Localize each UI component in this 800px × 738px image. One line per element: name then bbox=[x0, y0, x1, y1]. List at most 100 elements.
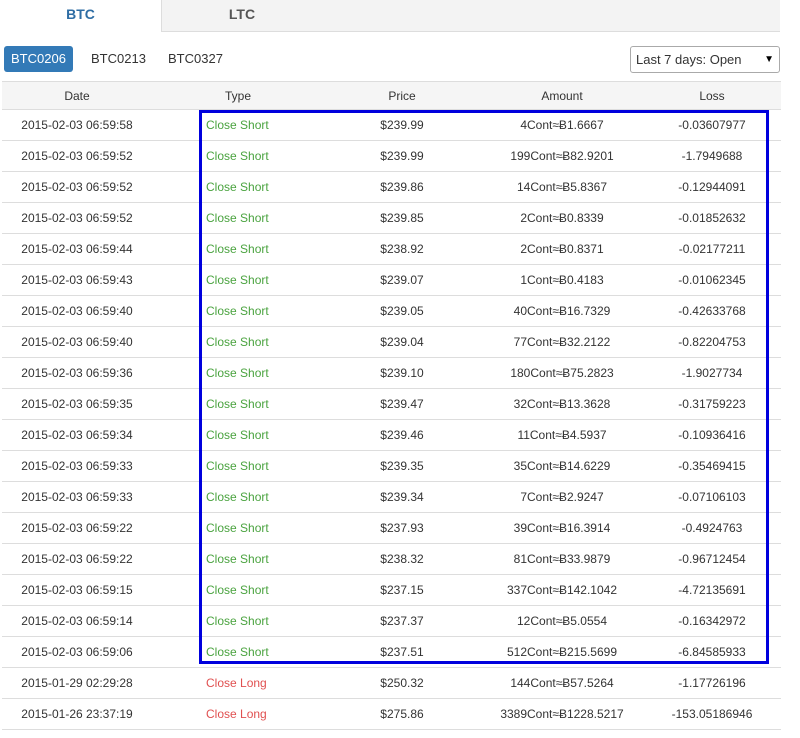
cell-loss: -0.03607977 bbox=[678, 118, 746, 132]
table-row: 2015-02-03 06:59:33 Close Short $239.34 7Co… bbox=[2, 482, 781, 513]
cell-date: 2015-02-03 06:59:40 bbox=[21, 304, 133, 318]
cell-date: 2015-02-03 06:59:33 bbox=[21, 490, 133, 504]
cell-date: 2015-02-03 06:59:52 bbox=[21, 149, 133, 163]
cell-amount: 337Cont≈Ƀ142.1042 bbox=[506, 583, 617, 597]
cell-loss: -1.9027734 bbox=[681, 366, 743, 380]
cell-amount: 81Cont≈Ƀ33.9879 bbox=[513, 552, 611, 566]
table-header-row: Date Type Price Amount Loss bbox=[2, 82, 781, 110]
cell-loss: -0.12944091 bbox=[678, 180, 746, 194]
cell-amount: 40Cont≈Ƀ16.7329 bbox=[513, 304, 611, 318]
cell-price: $238.32 bbox=[380, 552, 424, 566]
cell-date: 2015-01-26 23:37:19 bbox=[21, 707, 133, 721]
cell-date: 2015-02-03 06:59:35 bbox=[21, 397, 133, 411]
cell-loss: -1.7949688 bbox=[681, 149, 743, 163]
table-row: 2015-02-03 06:59:22 Close Short $237.93 39C… bbox=[2, 513, 781, 544]
cell-date: 2015-02-03 06:59:58 bbox=[21, 118, 133, 132]
period-filter-select[interactable]: Last 7 days: Open ▼ bbox=[630, 46, 780, 73]
cell-loss: -0.10936416 bbox=[678, 428, 746, 442]
header-price: Price bbox=[388, 88, 416, 103]
tab-btc[interactable]: BTC bbox=[0, 0, 162, 32]
table-row: 2015-02-03 06:59:36 Close Short $239.10 180… bbox=[2, 358, 781, 389]
contract-tab-btc0213[interactable]: BTC0213 bbox=[84, 46, 153, 72]
cell-price: $239.86 bbox=[380, 180, 424, 194]
cell-price: $239.07 bbox=[380, 273, 424, 287]
tab-ltc[interactable]: LTC bbox=[162, 0, 322, 31]
cell-loss: -6.84585933 bbox=[678, 645, 746, 659]
cell-date: 2015-02-03 06:59:52 bbox=[21, 211, 133, 225]
cell-amount: 3389Cont≈Ƀ1228.5217 bbox=[500, 707, 624, 721]
cell-loss: -0.96712454 bbox=[678, 552, 746, 566]
cell-price: $239.35 bbox=[380, 459, 424, 473]
table-row: 2015-02-03 06:59:15 Close Short $237.15 337… bbox=[2, 575, 781, 606]
cell-amount: 39Cont≈Ƀ16.3914 bbox=[513, 521, 611, 535]
cell-price: $239.99 bbox=[380, 118, 424, 132]
table-row: 2015-01-26 23:37:19 Close Long $275.86 3389… bbox=[2, 699, 781, 730]
cell-price: $239.05 bbox=[380, 304, 424, 318]
cell-price: $239.10 bbox=[380, 366, 424, 380]
cell-loss: -1.17726196 bbox=[678, 676, 746, 690]
table-row: 2015-02-03 06:59:40 Close Short $239.05 40C… bbox=[2, 296, 781, 327]
table-row: 2015-02-03 06:59:52 Close Short $239.85 2Co… bbox=[2, 203, 781, 234]
table-row: 2015-02-03 06:59:44 Close Short $238.92 2Co… bbox=[2, 234, 781, 265]
cell-price: $237.93 bbox=[380, 521, 424, 535]
cell-date: 2015-02-03 06:59:22 bbox=[21, 521, 133, 535]
cell-price: $237.51 bbox=[380, 645, 424, 659]
period-filter-value: Last 7 days: Open bbox=[636, 52, 742, 67]
cell-date: 2015-02-03 06:59:33 bbox=[21, 459, 133, 473]
cell-date: 2015-02-03 06:59:52 bbox=[21, 180, 133, 194]
cell-date: 2015-02-03 06:59:36 bbox=[21, 366, 133, 380]
cell-price: $239.46 bbox=[380, 428, 424, 442]
table-row: 2015-02-03 06:59:58 Close Short $239.99 4Co… bbox=[2, 110, 781, 141]
table-row: 2015-02-03 06:59:06 Close Short $237.51 512… bbox=[2, 637, 781, 668]
cell-price: $250.32 bbox=[380, 676, 424, 690]
cell-amount: 512Cont≈Ƀ215.5699 bbox=[506, 645, 617, 659]
cell-loss: -0.07106103 bbox=[678, 490, 746, 504]
cell-amount: 11Cont≈Ƀ4.5937 bbox=[517, 428, 607, 442]
table-row: 2015-02-03 06:59:52 Close Short $239.99 199… bbox=[2, 141, 781, 172]
cell-price: $237.37 bbox=[380, 614, 424, 628]
cell-amount: 35Cont≈Ƀ14.6229 bbox=[513, 459, 611, 473]
header-loss: Loss bbox=[699, 88, 725, 103]
cell-date: 2015-02-03 06:59:34 bbox=[21, 428, 133, 442]
cell-amount: 7Cont≈Ƀ2.9247 bbox=[520, 490, 604, 504]
contract-tab-btc0206[interactable]: BTC0206 bbox=[4, 46, 73, 72]
cell-price: $238.92 bbox=[380, 242, 424, 256]
cell-price: $239.04 bbox=[380, 335, 424, 349]
cell-amount: 32Cont≈Ƀ13.3628 bbox=[513, 397, 611, 411]
cell-price: $239.99 bbox=[380, 149, 424, 163]
cell-amount: 1Cont≈Ƀ0.4183 bbox=[520, 273, 604, 287]
cell-amount: 77Cont≈Ƀ32.2122 bbox=[513, 335, 611, 349]
cell-loss: -0.01062345 bbox=[678, 273, 746, 287]
table-row: 2015-02-03 06:59:40 Close Short $239.04 77C… bbox=[2, 327, 781, 358]
table-row: 2015-02-03 06:59:43 Close Short $239.07 1Co… bbox=[2, 265, 781, 296]
cell-loss: -0.16342972 bbox=[678, 614, 746, 628]
cell-date: 2015-02-03 06:59:40 bbox=[21, 335, 133, 349]
table-body: 2015-02-03 06:59:58 Close Short $239.99 4Co… bbox=[2, 110, 781, 730]
table-row: 2015-02-03 06:59:35 Close Short $239.47 32C… bbox=[2, 389, 781, 420]
cell-price: $239.47 bbox=[380, 397, 424, 411]
contract-tab-btc0327[interactable]: BTC0327 bbox=[161, 46, 230, 72]
cell-date: 2015-02-03 06:59:06 bbox=[21, 645, 133, 659]
cell-amount: 2Cont≈Ƀ0.8371 bbox=[520, 242, 604, 256]
header-amount: Amount bbox=[541, 88, 583, 103]
currency-tabs: BTC LTC bbox=[0, 0, 780, 32]
cell-loss: -0.01852632 bbox=[678, 211, 746, 225]
cell-price: $237.15 bbox=[380, 583, 424, 597]
cell-loss: -0.35469415 bbox=[678, 459, 746, 473]
cell-loss: -0.82204753 bbox=[678, 335, 746, 349]
cell-loss: -4.72135691 bbox=[678, 583, 746, 597]
cell-date: 2015-02-03 06:59:44 bbox=[21, 242, 133, 256]
cell-amount: 144Cont≈Ƀ57.5264 bbox=[510, 676, 614, 690]
cell-price: $275.86 bbox=[380, 707, 424, 721]
cell-price: $239.85 bbox=[380, 211, 424, 225]
caret-down-icon: ▼ bbox=[764, 54, 774, 65]
cell-amount: 14Cont≈Ƀ5.8367 bbox=[517, 180, 607, 194]
cell-date: 2015-01-29 02:29:28 bbox=[21, 676, 133, 690]
cell-amount: 4Cont≈Ƀ1.6667 bbox=[520, 118, 604, 132]
table-row: 2015-01-29 02:29:28 Close Long $250.32 144C… bbox=[2, 668, 781, 699]
cell-loss: -0.31759223 bbox=[678, 397, 746, 411]
cell-date: 2015-02-03 06:59:43 bbox=[21, 273, 133, 287]
cell-loss: -0.02177211 bbox=[678, 242, 746, 256]
table-row: 2015-02-03 06:59:14 Close Short $237.37 12C… bbox=[2, 606, 781, 637]
cell-price: $239.34 bbox=[380, 490, 424, 504]
